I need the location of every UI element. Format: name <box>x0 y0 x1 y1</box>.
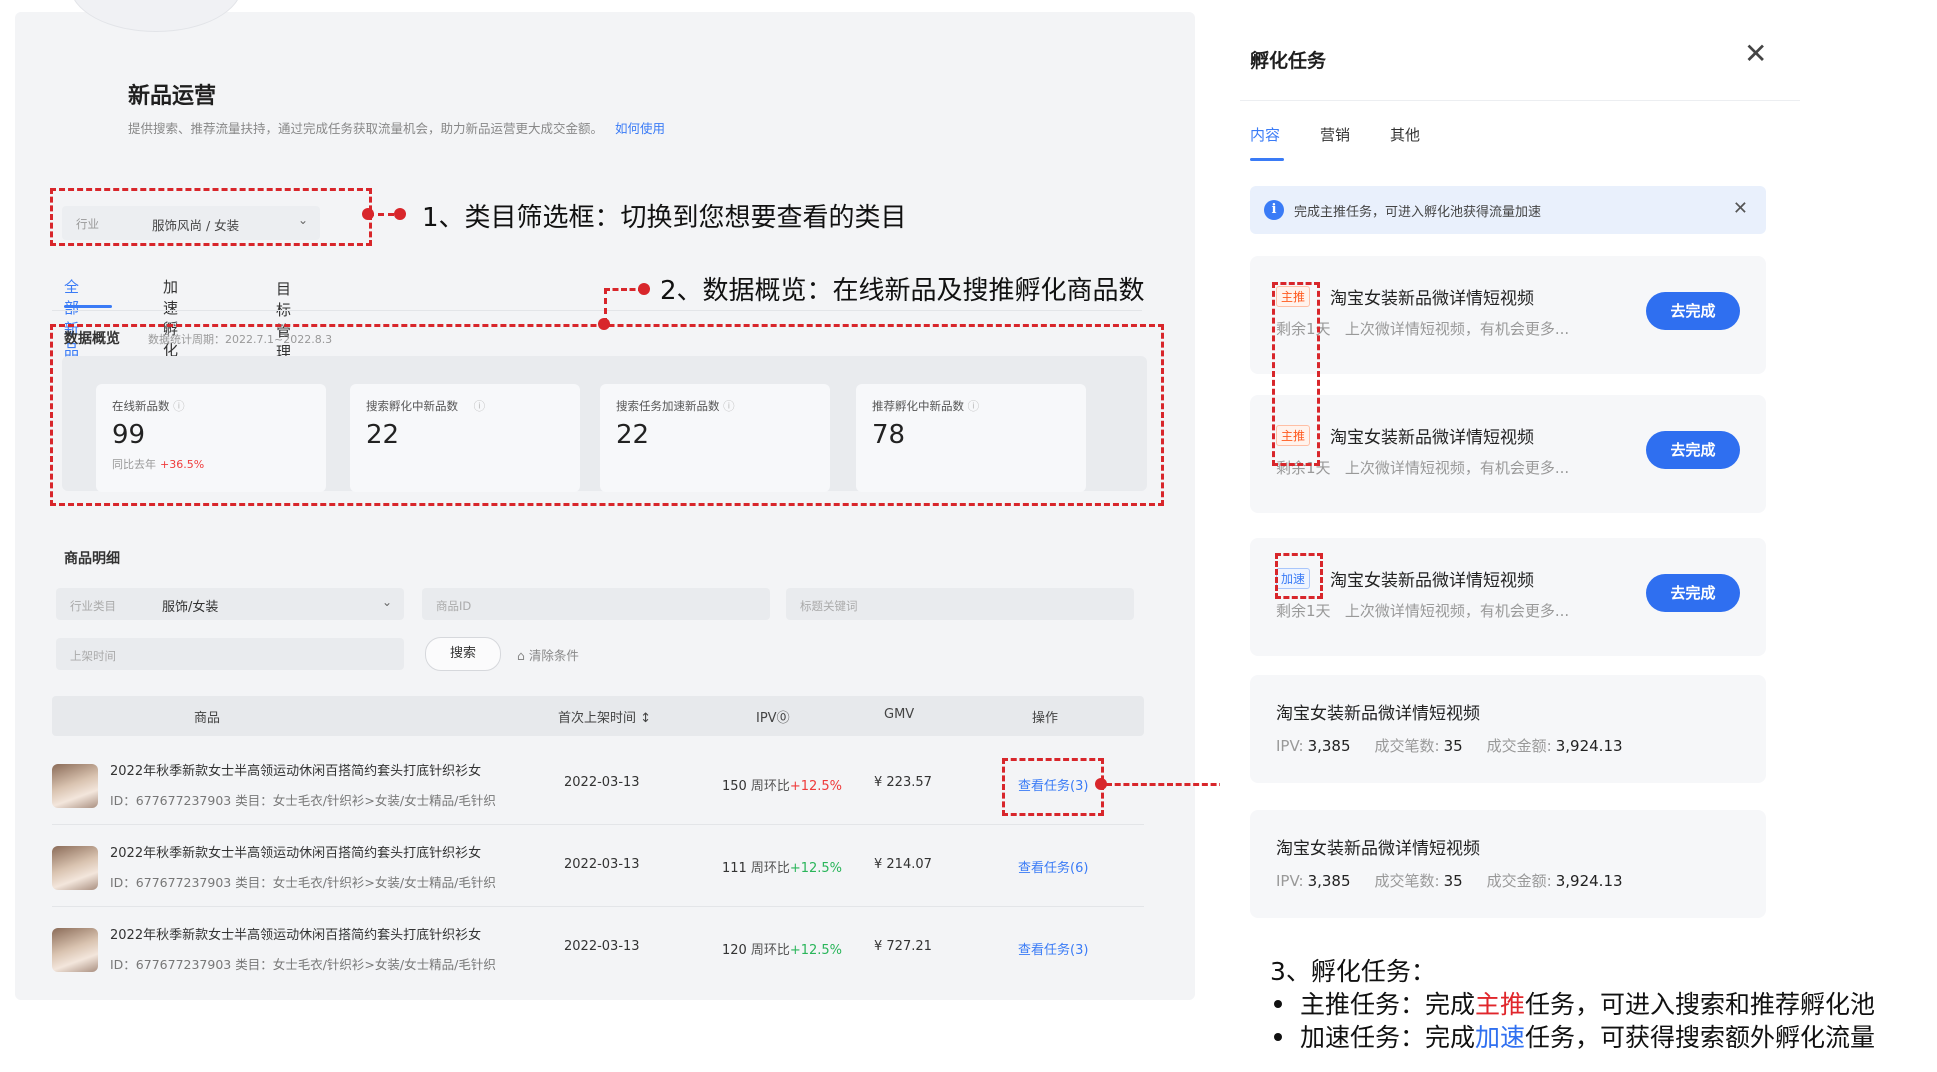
notice-text: 完成主推任务，可进入孵化池获得流量加速 <box>1294 205 1542 220</box>
task-card: 主推 淘宝女装新品微详情短视频 剩余1天 上次微详情短视频，有机会更多... 去… <box>1250 395 1766 513</box>
annotation-category-filter: 1、类目筛选框：切换到您想要查看的类目 <box>422 203 907 233</box>
annotation-dot <box>394 208 406 220</box>
column-header-listing-date[interactable]: 首次上架时间 ↕ <box>558 707 651 726</box>
page-title: 新品运营 <box>128 84 217 109</box>
ipv-value: 150 周环比+12.5% <box>722 779 843 794</box>
view-tasks-link[interactable]: 查看任务(3) <box>1018 939 1088 958</box>
task-stats: IPV: 3,385 成交笔数: 35 成交金额: 3,924.13 <box>1276 872 1623 890</box>
product-thumbnail <box>52 928 98 972</box>
help-link[interactable]: 如何使用 <box>615 121 665 136</box>
drawer-tab-marketing[interactable]: 营销 <box>1320 124 1350 145</box>
task-card: 加速 淘宝女装新品微详情短视频 剩余1天 上次微详情短视频，有机会更多... 去… <box>1250 538 1766 656</box>
annotation-speed-task: 加速任务：完成加速任务，可获得搜索额外孵化流量 <box>1270 1021 1875 1054</box>
task-card: 主推 淘宝女装新品微详情短视频 剩余1天 上次微详情短视频，有机会更多... 去… <box>1250 256 1766 374</box>
table-row: 2022年秋季新款女士半高领运动休闲百搭简约套头打底针织衫女 ID：677677… <box>52 826 1144 907</box>
active-tab-indicator <box>1250 158 1284 161</box>
annotation-box-main-badges <box>1272 282 1320 466</box>
task-title: 淘宝女装新品微详情短视频 <box>1330 428 1534 448</box>
gmv-value: ¥ 223.57 <box>874 775 932 790</box>
annotation-main-task: 主推任务：完成主推任务，可进入搜索和推荐孵化池 <box>1270 988 1875 1021</box>
page-description-text: 提供搜索、推荐流量扶持，通过完成任务获取流量机会，助力新品运营更大成交金额。 <box>128 121 604 136</box>
annotation-title: 3、孵化任务： <box>1270 957 1436 986</box>
task-stats: IPV: 3,385 成交笔数: 35 成交金额: 3,924.13 <box>1276 737 1623 755</box>
annotation-data-overview: 2、数据概览：在线新品及搜推孵化商品数 <box>660 276 1145 306</box>
task-title: 淘宝女装新品微详情短视频 <box>1276 704 1480 724</box>
column-header-action: 操作 <box>1032 711 1059 726</box>
product-name: 2022年秋季新款女士半高领运动休闲百搭简约套头打底针织衫女 <box>110 928 482 943</box>
product-thumbnail <box>52 846 98 890</box>
product-id-placeholder: 商品ID <box>436 599 472 613</box>
product-meta: ID：677677237903 类目：女士毛衣/针织衫>女装/女士精品/毛针织 <box>110 875 496 890</box>
annotation-dot <box>638 283 650 295</box>
product-meta: ID：677677237903 类目：女士毛衣/针织衫>女装/女士精品/毛针织 <box>110 957 496 972</box>
notice-banner: i 完成主推任务，可进入孵化池获得流量加速 ✕ <box>1250 186 1766 234</box>
annotation-connector <box>1106 783 1234 786</box>
annotation-dot <box>362 208 374 220</box>
product-id-input[interactable]: 商品ID <box>422 588 770 620</box>
task-title: 淘宝女装新品微详情短视频 <box>1276 839 1480 859</box>
gmv-value: ¥ 727.21 <box>874 939 932 954</box>
info-icon: i <box>1264 200 1284 220</box>
keyword-input[interactable]: 标题关键词 <box>786 588 1134 620</box>
task-subtitle: 剩余1天 上次微详情短视频，有机会更多... <box>1276 602 1570 620</box>
view-tasks-link[interactable]: 查看任务(6) <box>1018 857 1088 876</box>
column-header-ipv: IPV⓪ <box>756 711 790 726</box>
detail-title: 商品明细 <box>64 551 120 567</box>
drawer-tab-content[interactable]: 内容 <box>1250 124 1280 145</box>
completed-task-card: 淘宝女装新品微详情短视频 IPV: 3,385 成交笔数: 35 成交金额: 3,924.… <box>1250 810 1766 918</box>
column-header-product: 商品 <box>194 711 221 726</box>
industry-select-label: 行业类目 <box>70 599 116 613</box>
close-icon[interactable]: ✕ <box>1733 198 1748 219</box>
listing-date: 2022-03-13 <box>564 939 640 954</box>
listing-date: 2022-03-13 <box>564 857 640 872</box>
annotation-box-overview <box>50 324 1164 506</box>
complete-task-button[interactable]: 去完成 <box>1646 574 1740 612</box>
tabs-divider <box>52 310 1142 311</box>
industry-select[interactable]: 行业类目 服饰/女装 ⌄ <box>56 588 404 620</box>
task-title: 淘宝女装新品微详情短视频 <box>1330 571 1534 591</box>
annotation-incubation-tasks: 3、孵化任务： 主推任务：完成主推任务，可进入搜索和推荐孵化池 加速任务：完成加… <box>1270 955 1875 1054</box>
table-header: 商品 首次上架时间 ↕ IPV⓪ GMV 操作 <box>52 696 1144 736</box>
product-name: 2022年秋季新款女士半高领运动休闲百搭简约套头打底针织衫女 <box>110 846 482 861</box>
listing-time-input[interactable]: 上架时间 <box>56 638 404 670</box>
listing-date: 2022-03-13 <box>564 775 640 790</box>
complete-task-button[interactable]: 去完成 <box>1646 431 1740 469</box>
complete-task-button[interactable]: 去完成 <box>1646 292 1740 330</box>
clear-filters-button[interactable]: ⌂ 清除条件 <box>517 645 579 664</box>
annotation-dot <box>598 318 610 330</box>
annotation-box-view-tasks <box>1002 758 1104 816</box>
drawer-tab-other[interactable]: 其他 <box>1390 124 1420 145</box>
industry-select-value: 服饰/女装 <box>162 600 219 615</box>
column-header-gmv: GMV <box>884 707 915 722</box>
annotation-box-category <box>50 188 372 246</box>
page-description: 提供搜索、推荐流量扶持，通过完成任务获取流量机会，助力新品运营更大成交金额。 如何… <box>128 118 665 137</box>
keyword-placeholder: 标题关键词 <box>800 599 858 613</box>
gmv-value: ¥ 214.07 <box>874 857 932 872</box>
ipv-value: 111 周环比+12.5% <box>722 861 843 876</box>
table-row: 2022年秋季新款女士半高领运动休闲百搭简约套头打底针织衫女 ID：677677… <box>52 744 1144 825</box>
drawer-title: 孵化任务 <box>1250 50 1327 72</box>
table-row: 2022年秋季新款女士半高领运动休闲百搭简约套头打底针织衫女 ID：677677… <box>52 908 1144 988</box>
drawer-divider <box>1240 100 1800 101</box>
product-name: 2022年秋季新款女士半高领运动休闲百搭简约套头打底针织衫女 <box>110 764 482 779</box>
search-button[interactable]: 搜索 <box>425 637 501 671</box>
product-meta: ID：677677237903 类目：女士毛衣/针织衫>女装/女士精品/毛针织 <box>110 793 496 808</box>
close-icon[interactable]: ✕ <box>1744 40 1767 68</box>
annotation-box-speed-badge <box>1275 553 1323 599</box>
ipv-value: 120 周环比+12.5% <box>722 943 843 958</box>
clear-icon: ⌂ <box>517 648 529 663</box>
listing-time-placeholder: 上架时间 <box>70 649 116 663</box>
active-tab-indicator <box>64 305 112 308</box>
completed-task-card: 淘宝女装新品微详情短视频 IPV: 3,385 成交笔数: 35 成交金额: 3,924.… <box>1250 675 1766 783</box>
task-title: 淘宝女装新品微详情短视频 <box>1330 289 1534 309</box>
chevron-down-icon: ⌄ <box>381 595 392 609</box>
product-thumbnail <box>52 764 98 808</box>
